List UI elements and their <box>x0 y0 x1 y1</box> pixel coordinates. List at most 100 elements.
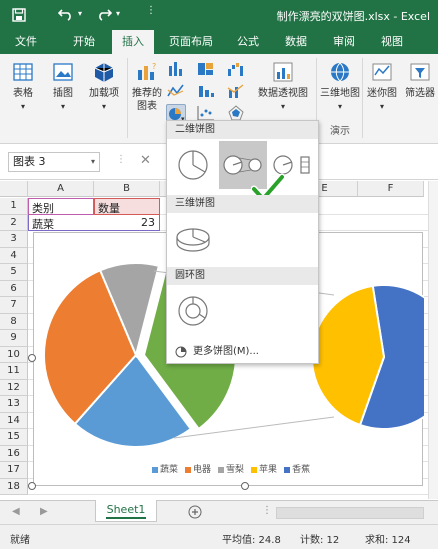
statistic-chart-button[interactable] <box>196 82 216 100</box>
save-icon[interactable] <box>12 8 26 22</box>
row-header[interactable]: 18 <box>0 478 28 495</box>
legend-item[interactable]: 电器 <box>185 465 211 475</box>
row-header[interactable]: 1 <box>0 198 28 215</box>
3d-pie-option-icon <box>176 228 210 252</box>
line-chart-button[interactable] <box>166 82 186 100</box>
row-header[interactable]: 6 <box>0 280 28 297</box>
legend-item[interactable]: 香蕉 <box>284 465 310 475</box>
combo-chart-button[interactable] <box>226 82 246 100</box>
sheet-nav-left-icon[interactable]: ◀ <box>12 506 20 517</box>
cell-a1[interactable]: 类别 <box>32 200 54 216</box>
tours-group-label: 演示 <box>330 126 350 137</box>
formula-bar-grip-icon: ⋮ <box>116 154 126 165</box>
tab-data[interactable]: 数据 <box>276 30 316 54</box>
filters-button[interactable]: 筛选器 <box>402 60 438 100</box>
horizontal-scrollbar[interactable] <box>276 507 424 519</box>
chart-handle[interactable] <box>28 354 36 362</box>
row-header[interactable]: 10 <box>0 346 28 363</box>
tab-view[interactable]: 视图 <box>372 30 412 54</box>
row-header[interactable]: 14 <box>0 412 28 429</box>
addins-button[interactable]: 加载项 ▾ <box>84 60 124 113</box>
table-button[interactable]: 表格 ▾ <box>6 60 40 113</box>
row-header[interactable]: 5 <box>0 264 28 281</box>
table-icon <box>13 63 33 81</box>
row-header[interactable]: 4 <box>0 247 28 264</box>
illustrations-button[interactable]: 插图 ▾ <box>46 60 80 113</box>
column-header-b[interactable]: B <box>94 181 160 197</box>
svg-text:?: ? <box>152 62 156 71</box>
sparklines-button[interactable]: 迷你图 ▾ <box>364 60 400 113</box>
row-header[interactable]: 7 <box>0 297 28 314</box>
waterfall-chart-button[interactable] <box>226 60 246 78</box>
column-header-a[interactable]: A <box>28 181 94 197</box>
redo-icon[interactable] <box>96 7 112 21</box>
column-header-f[interactable]: F <box>358 181 424 197</box>
3d-map-button[interactable]: 三维地图 ▾ <box>320 60 360 113</box>
window-title: 制作漂亮的双饼图.xlsx - Excel <box>276 10 430 23</box>
legend-label: 苹果 <box>259 465 278 475</box>
cell-b2[interactable]: 23 <box>141 216 155 229</box>
select-all-corner[interactable] <box>0 181 28 197</box>
donut-option[interactable] <box>169 287 217 335</box>
legend-item[interactable]: 苹果 <box>251 465 277 475</box>
undo-dropdown-icon[interactable]: ▾ <box>78 9 82 18</box>
globe-icon <box>331 62 349 82</box>
picture-icon <box>53 63 73 81</box>
excel-window: ▾ ▾ ⋮ 制作漂亮的双饼图.xlsx - Excel 文件 开始 插入 页面布… <box>0 0 438 549</box>
sheet-tab-sheet1[interactable]: Sheet1 <box>95 500 157 522</box>
chart-legend: 蔬菜 电器 雪梨 苹果 香蕉 <box>152 462 317 475</box>
customize-toolbar-icon[interactable]: ⋮ <box>146 5 156 16</box>
row-header[interactable]: 15 <box>0 429 28 446</box>
more-pie-charts-item[interactable]: 更多饼图(M)... <box>167 343 318 361</box>
row-header[interactable]: 12 <box>0 379 28 396</box>
pivot-chart-dropdown-icon: ▾ <box>280 102 285 111</box>
row-header[interactable]: 2 <box>0 214 28 231</box>
row-header[interactable]: 8 <box>0 313 28 330</box>
row-header[interactable]: 17 <box>0 462 28 479</box>
status-ready: 就绪 <box>10 535 30 546</box>
tab-review[interactable]: 审阅 <box>324 30 364 54</box>
row-header[interactable]: 16 <box>0 445 28 462</box>
add-sheet-icon[interactable] <box>188 505 202 519</box>
recommended-charts-button[interactable]: ? 推荐的图表 <box>128 60 166 113</box>
redo-dropdown-icon[interactable]: ▾ <box>116 9 120 18</box>
tab-page-layout[interactable]: 页面布局 <box>162 30 220 54</box>
addins-dropdown-icon: ▾ <box>101 102 106 111</box>
cell-b1[interactable]: 数量 <box>98 200 120 216</box>
row-header[interactable]: 11 <box>0 363 28 380</box>
legend-item[interactable]: 蔬菜 <box>152 465 178 475</box>
legend-label: 香蕉 <box>292 465 311 475</box>
hierarchy-chart-button[interactable] <box>196 60 216 78</box>
vertical-scrollbar[interactable] <box>428 181 438 499</box>
section-donut: 圆环图 <box>167 267 318 285</box>
3d-pie-option[interactable] <box>169 215 217 263</box>
cancel-icon[interactable]: ✕ <box>140 153 151 168</box>
donut-option-icon <box>178 296 208 326</box>
row-header[interactable]: 13 <box>0 396 28 413</box>
name-box[interactable]: 图表 3 ▾ <box>8 152 100 172</box>
status-count: 计数: 12 <box>300 535 340 546</box>
legend-item[interactable]: 雪梨 <box>218 465 244 475</box>
column-chart-button[interactable] <box>166 60 186 78</box>
ribbon-tabs: 文件 开始 插入 页面布局 公式 数据 审阅 视图 <box>0 30 438 54</box>
sparklines-dropdown-icon: ▾ <box>379 102 384 111</box>
sheet-bar-grip-icon[interactable]: ⋮ <box>262 505 272 516</box>
ribbon-separator <box>362 58 363 138</box>
row-header[interactable]: 3 <box>0 231 28 248</box>
name-box-dropdown-icon[interactable]: ▾ <box>91 153 95 171</box>
tab-home[interactable]: 开始 <box>64 30 104 54</box>
undo-icon[interactable] <box>58 7 74 21</box>
status-sum: 求和: 124 <box>365 535 411 546</box>
chart-handle[interactable] <box>28 482 36 490</box>
tab-formulas[interactable]: 公式 <box>228 30 268 54</box>
sheet-nav-right-icon[interactable]: ▶ <box>40 506 48 517</box>
column-chart-icon <box>169 62 182 76</box>
pie-option[interactable] <box>169 141 217 189</box>
row-header[interactable]: 9 <box>0 330 28 347</box>
tab-insert[interactable]: 插入 <box>112 30 154 54</box>
tab-file[interactable]: 文件 <box>8 30 44 54</box>
cell-a2[interactable]: 蔬菜 <box>32 216 54 232</box>
pivot-chart-button[interactable]: 数据透视图 ▾ <box>254 60 312 113</box>
chart-handle[interactable] <box>241 482 249 490</box>
line-chart-icon <box>167 84 184 97</box>
